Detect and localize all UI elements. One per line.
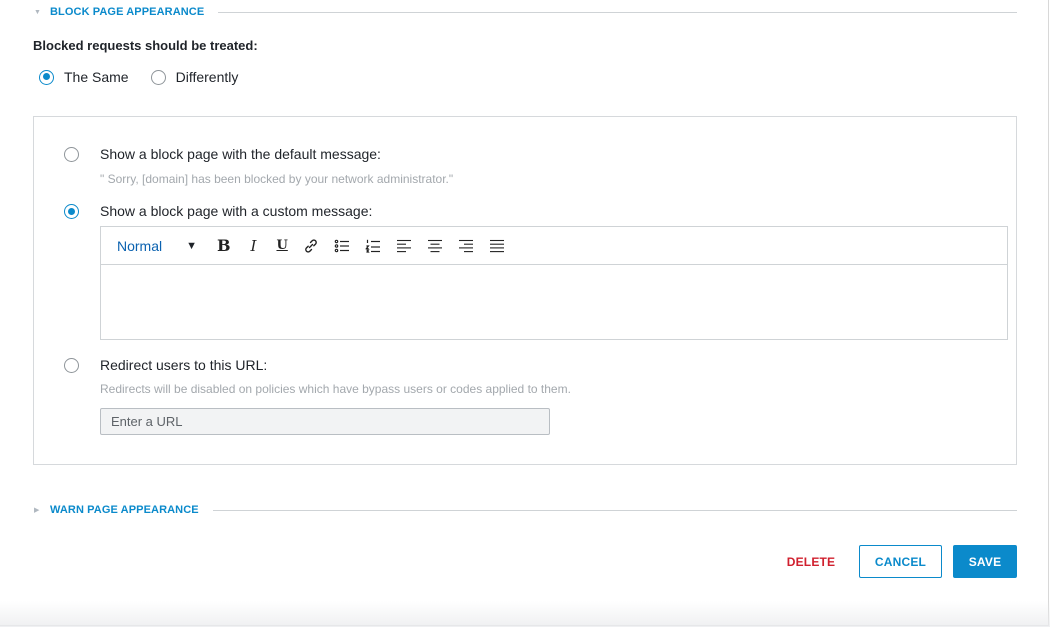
treat-same-option[interactable]: The Same [39, 69, 129, 85]
caret-down-icon: ▼ [186, 239, 198, 252]
editor-text-area[interactable] [101, 265, 1007, 339]
custom-message-radio[interactable] [64, 204, 79, 219]
treat-differently-label: Differently [175, 69, 239, 85]
default-message-radio[interactable] [64, 147, 79, 162]
treat-same-label: The Same [64, 69, 129, 85]
redirect-url-label: Redirect users to this URL: [100, 357, 268, 373]
warn-page-section-title: WARN PAGE APPEARANCE [50, 504, 199, 516]
bold-button[interactable]: B [217, 236, 231, 256]
delete-button[interactable]: DELETE [778, 545, 844, 578]
redirect-url-radio[interactable] [64, 358, 79, 373]
default-message-label: Show a block page with the default messa… [100, 146, 381, 162]
underline-button[interactable]: U [276, 236, 287, 256]
align-center-icon[interactable] [427, 236, 443, 256]
custom-message-label: Show a block page with a custom message: [100, 203, 373, 219]
treatment-question: Blocked requests should be treated: [33, 38, 258, 53]
treat-same-radio[interactable] [39, 69, 54, 85]
collapsed-triangle-icon: ▶ [34, 507, 40, 514]
link-icon[interactable] [303, 236, 319, 256]
warn-page-section-header[interactable]: ▶ WARN PAGE APPEARANCE [34, 504, 1017, 516]
section-divider [218, 11, 1017, 13]
block-page-section-title: BLOCK PAGE APPEARANCE [50, 6, 205, 18]
block-page-section-header[interactable]: ▼ BLOCK PAGE APPEARANCE [34, 6, 1017, 18]
cancel-button[interactable]: CANCEL [859, 545, 942, 578]
block-page-options-panel: Show a block page with the default messa… [33, 116, 1017, 465]
numbered-list-icon[interactable] [365, 236, 381, 256]
treat-differently-option[interactable]: Differently [150, 69, 239, 85]
treatment-radio-group: The Same Differently [39, 69, 260, 85]
redirect-note: Redirects will be disabled on policies w… [100, 382, 571, 396]
format-dropdown-value: Normal [117, 237, 163, 254]
align-justify-icon[interactable] [489, 236, 505, 256]
section-divider [212, 509, 1017, 511]
bullet-list-icon[interactable] [334, 236, 350, 256]
expanded-triangle-icon: ▼ [34, 8, 41, 16]
treat-differently-radio[interactable] [150, 69, 166, 85]
custom-message-editor: Normal ▼ B I U [100, 226, 1008, 340]
default-message-text: " Sorry, [domain] has been blocked by yo… [100, 172, 454, 186]
align-right-icon[interactable] [458, 236, 474, 256]
italic-button[interactable]: I [251, 236, 257, 256]
save-button[interactable]: SAVE [953, 545, 1017, 578]
align-left-icon[interactable] [396, 236, 412, 256]
format-dropdown[interactable]: Normal ▼ [117, 238, 197, 254]
editor-toolbar: Normal ▼ B I U [101, 227, 1007, 265]
redirect-url-input[interactable] [100, 408, 550, 435]
